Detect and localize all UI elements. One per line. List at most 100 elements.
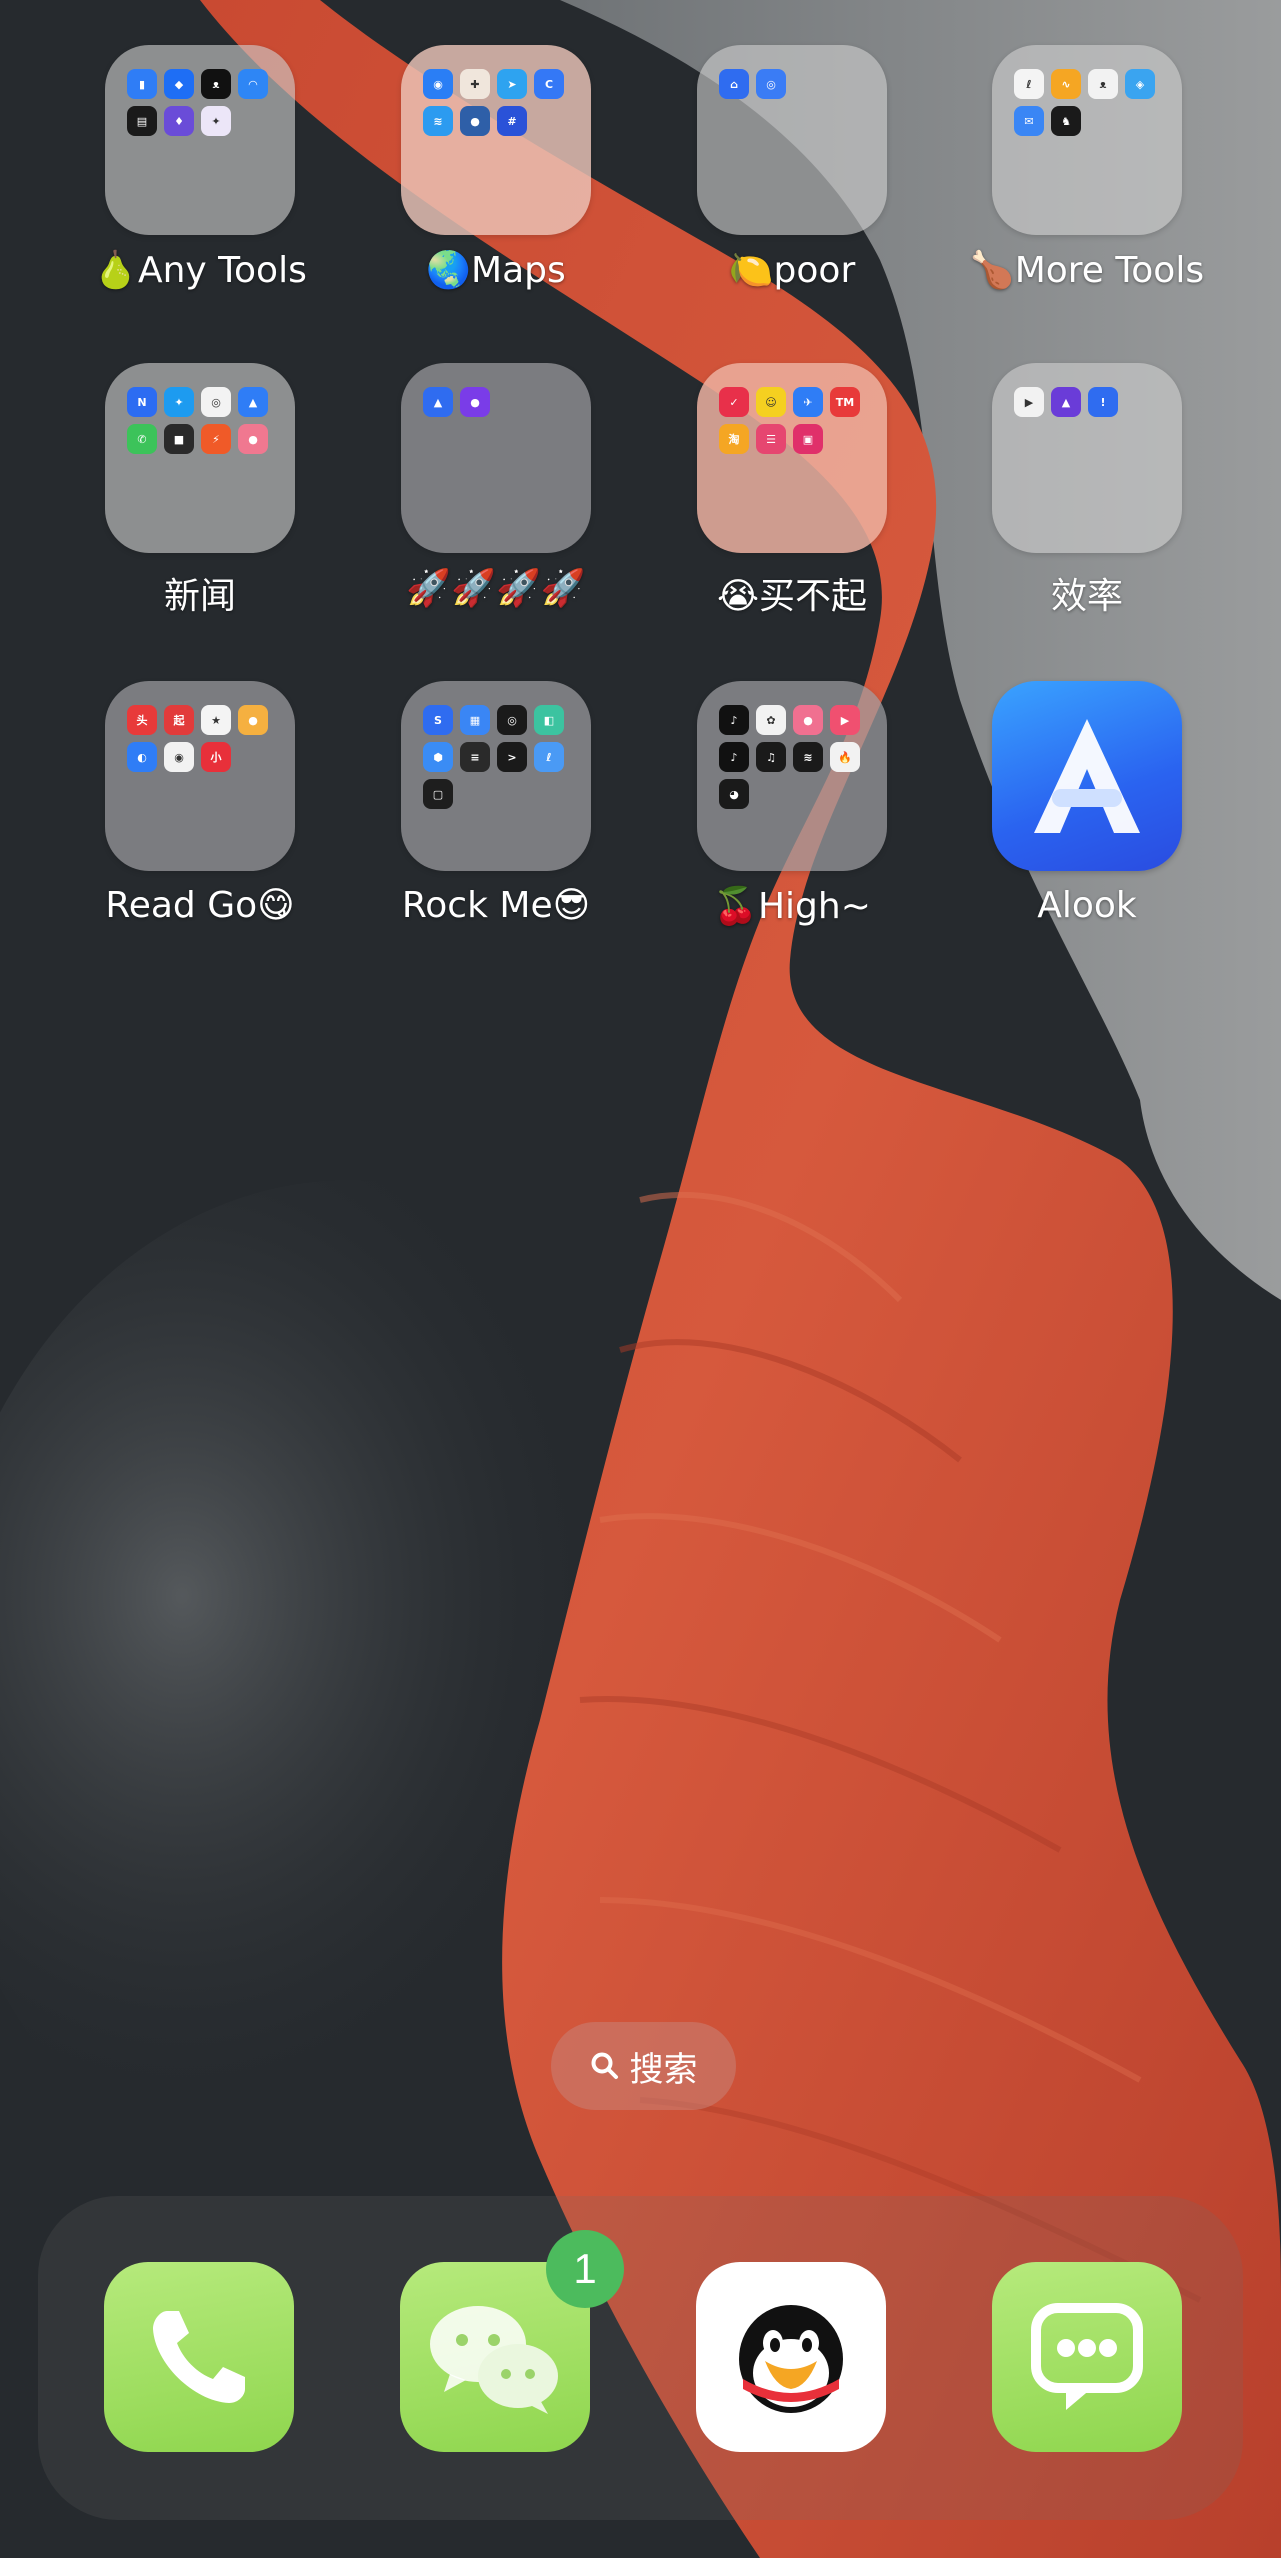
wallet-icon: ▤ [127, 106, 157, 136]
douyin-icon: ♪ [719, 742, 749, 772]
dock-phone-app[interactable] [104, 2262, 294, 2452]
folder-icon[interactable]: ▲ ● [401, 363, 591, 553]
mail-icon: ✉ [1014, 106, 1044, 136]
panda-icon: ᴥ [1088, 69, 1118, 99]
folder-icon[interactable]: ⌂ ◎ [697, 45, 887, 235]
code-icon: S [423, 705, 453, 735]
green-music-icon: ♫ [756, 742, 786, 772]
folder-label: Read Go😋 [105, 885, 295, 926]
video-play-icon: ▶ [830, 705, 860, 735]
meituan-icon: ☺ [756, 387, 786, 417]
stats-icon: ▮ [127, 69, 157, 99]
waveform-icon: ≡ [460, 742, 490, 772]
settings-blue-icon: ⬢ [423, 742, 453, 772]
terminal-icon: > [497, 742, 527, 772]
folder-icon[interactable]: ✓ ☺ ✈ TM 淘 ☰ ▣ [697, 363, 887, 553]
purple-app-icon: ♦ [164, 106, 194, 136]
phone-icon [153, 2311, 245, 2403]
live-icon: ◕ [719, 779, 749, 809]
whatsapp-icon: ✆ [127, 424, 157, 454]
baidu-map-icon: C [534, 69, 564, 99]
folder-icon[interactable]: ♪ ✿ ● ▶ ♪ ♫ ≋ 🔥 ◕ [697, 681, 887, 871]
folder[interactable]: ◉ ✚ ➤ C ≋ ● # 🌏Maps [348, 45, 644, 345]
shop-icon: ▣ [793, 424, 823, 454]
folder[interactable]: ⌂ ◎ 🍋poor [644, 45, 940, 345]
folder-icon[interactable]: ℓ ∿ ᴥ ◈ ✉ ♞ [992, 45, 1182, 235]
folder[interactable]: ℓ ∿ ᴥ ◈ ✉ ♞ 🍗More Tools [939, 45, 1235, 345]
search-label: 搜索 [629, 2049, 698, 2090]
search-icon [591, 2052, 618, 2079]
rocket-icon: ✦ [201, 106, 231, 136]
folder-icon[interactable]: ▶ ▲! [992, 363, 1182, 553]
folder-label: Rock Me😎 [401, 885, 591, 926]
panda-tv-icon: ✿ [756, 705, 786, 735]
tiktok-icon: ♪ [719, 705, 749, 735]
play-icon: ▶ [1014, 387, 1044, 417]
qq-penguin-icon [739, 2305, 843, 2413]
telecom-icon: ℓ [1014, 69, 1044, 99]
wechat-notification-badge: 1 [546, 2230, 624, 2308]
testflight-icon: ▲ [238, 387, 268, 417]
app-alook[interactable]: Alook [939, 681, 1235, 981]
purple-tri-icon: ▲ [1051, 387, 1081, 417]
telegram-icon: ➤ [497, 69, 527, 99]
dock-messages-app[interactable] [992, 2262, 1182, 2452]
dark-app-icon: ■ [164, 424, 194, 454]
earth-icon: ● [460, 106, 490, 136]
folder[interactable]: ✓ ☺ ✈ TM 淘 ☰ ▣ 😭买不起 [644, 363, 940, 663]
lightning-icon: ⚡ [201, 424, 231, 454]
folder[interactable]: ▲ ● 🚀🚀🚀🚀 [348, 363, 644, 663]
network-icon: ◠ [238, 69, 268, 99]
apple-maps-icon: ✚ [460, 69, 490, 99]
folder-label: 🍗More Tools [969, 250, 1205, 291]
spotify-icon: ≋ [793, 742, 823, 772]
finance-icon: ⌂ [719, 69, 749, 99]
bank-icon: ◎ [756, 69, 786, 99]
weibo-icon: ◉ [164, 742, 194, 772]
folder-icon[interactable]: N ✦ ◎ ▲ ✆ ■ ⚡ ● [105, 363, 295, 553]
exclaim-icon: ! [1088, 387, 1118, 417]
music-icon: ◎ [497, 705, 527, 735]
folder-icon[interactable]: S ▦ ◎ ◧ ⬢ ≡ > ℓ ▢ [401, 681, 591, 871]
folder-label: 🍒High~ [713, 886, 871, 927]
xiaohongshu-icon: 小 [201, 742, 231, 772]
weather-icon: ∿ [1051, 69, 1081, 99]
device-icon: ▢ [423, 779, 453, 809]
subway-icon: # [497, 106, 527, 136]
news-n-icon: N [127, 387, 157, 417]
qq-browser-icon: ◐ [127, 742, 157, 772]
toutiao-icon: 头 [127, 705, 157, 735]
twitter-icon: ✦ [164, 387, 194, 417]
folder[interactable]: N ✦ ◎ ▲ ✆ ■ ⚡ ● 新闻 [52, 363, 348, 663]
folder-icon[interactable]: ▮ ◆ ᴥ ◠ ▤ ♦ ✦ [105, 45, 295, 235]
travel-icon: ≋ [423, 106, 453, 136]
search-button[interactable]: 搜索 [551, 2022, 736, 2110]
vpn-icon: ● [460, 387, 490, 417]
folder-icon[interactable]: ◉ ✚ ➤ C ≋ ● # [401, 45, 591, 235]
jd-icon: ✈ [793, 387, 823, 417]
folder[interactable]: ♪ ✿ ● ▶ ♪ ♫ ≋ 🔥 ◕ 🍒High~ [644, 681, 940, 981]
tmall-icon: TM [830, 387, 860, 417]
folder[interactable]: S ▦ ◎ ◧ ⬢ ≡ > ℓ ▢ Rock Me😎 [348, 681, 644, 981]
folder[interactable]: 头起 ★ ● ◐ ◉ 小 Read Go😋 [52, 681, 348, 981]
alook-a-glyph-icon [1034, 719, 1140, 833]
pinduoduo-icon: ✓ [719, 387, 749, 417]
folder-label: 🍐Any Tools [93, 250, 307, 291]
dock-qq-app[interactable] [696, 2262, 886, 2452]
app-icon: ◆ [164, 69, 194, 99]
folder-label: 🌏Maps [426, 250, 566, 291]
folder[interactable]: ▮ ◆ ᴥ ◠ ▤ ♦ ✦ 🍐Any Tools [52, 45, 348, 345]
shield-icon: ◈ [1125, 69, 1155, 99]
alook-icon[interactable] [992, 681, 1182, 871]
messages-icon [1031, 2303, 1143, 2410]
reading-icon: ★ [201, 705, 231, 735]
cube-icon: ◧ [534, 705, 564, 735]
notes-icon: ● [238, 705, 268, 735]
folder-icon[interactable]: 头起 ★ ● ◐ ◉ 小 [105, 681, 295, 871]
folder-label: 🚀🚀🚀🚀 [406, 568, 586, 609]
xianyu-icon: ☰ [756, 424, 786, 454]
gaode-map-icon: ◉ [423, 69, 453, 99]
folder-label: 🍋poor [728, 250, 856, 291]
folder[interactable]: ▶ ▲! 效率 [939, 363, 1235, 663]
files-icon: ▦ [460, 705, 490, 735]
